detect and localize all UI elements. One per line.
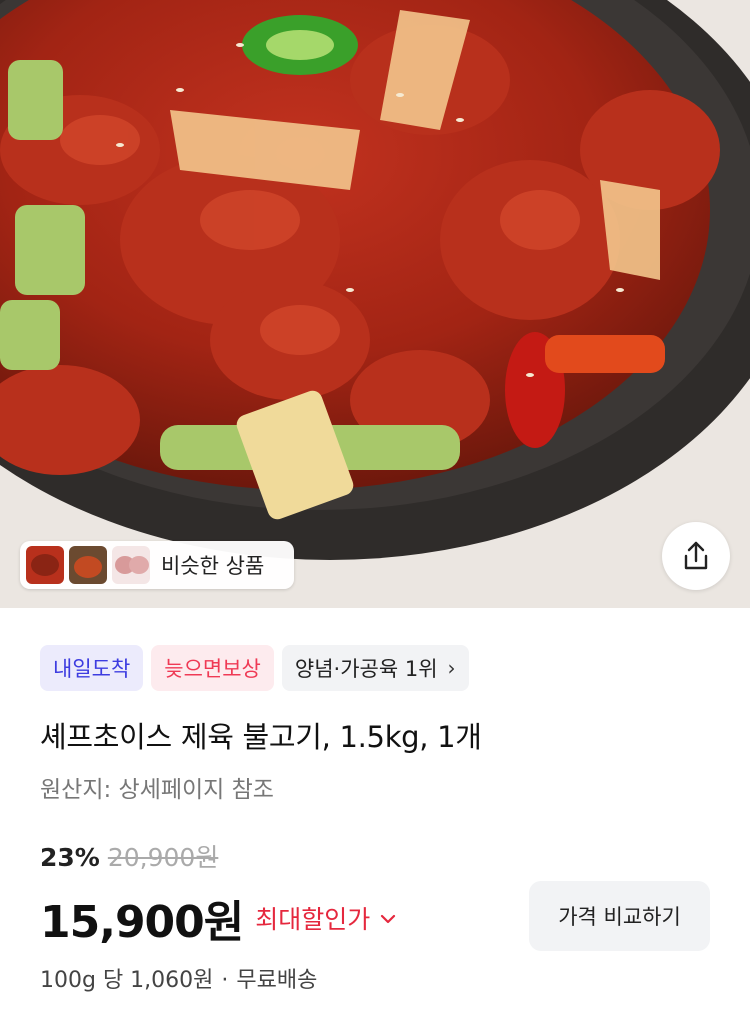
similar-products-label: 비슷한 상품 (161, 554, 265, 578)
separator-dot: · (221, 968, 229, 993)
badge-row: 내일도착 늦으면보상 양념·가공육 1위 › (40, 645, 469, 691)
similar-product-thumbnail (26, 546, 64, 584)
max-discount-label: 최대할인가 (255, 905, 371, 934)
discount-row: 23% 20,900원 (40, 838, 218, 874)
share-icon (684, 541, 708, 570)
original-price: 20,900원 (107, 843, 219, 872)
origin-info: 원산지: 상세페이지 참조 (40, 777, 274, 803)
product-title: 셰프초이스 제육 불고기, 1.5kg, 1개 (40, 720, 482, 754)
category-rank-label: 양념·가공육 1위 (294, 657, 438, 681)
similar-product-thumbnail (112, 546, 150, 584)
sale-price: 15,900원 (40, 897, 244, 948)
price-compare-button[interactable]: 가격 비교하기 (529, 881, 710, 951)
chevron-right-icon: › (447, 656, 456, 680)
product-image[interactable]: 비슷한 상품 (0, 0, 750, 608)
category-rank-badge[interactable]: 양념·가공육 1위 › (281, 645, 469, 691)
unit-price: 100g 당 1,060원 (40, 968, 214, 993)
share-button[interactable] (662, 522, 730, 590)
max-discount-toggle[interactable]: 최대할인가 (255, 900, 396, 936)
late-compensation-badge: 늦으면보상 (151, 645, 274, 691)
unit-price-row: 100g 당 1,060원 · 무료배송 (40, 962, 317, 994)
similar-products-button[interactable]: 비슷한 상품 (20, 541, 294, 589)
discount-rate: 23% (40, 843, 100, 872)
similar-product-thumbnail (69, 546, 107, 584)
food-photo (0, 0, 750, 608)
arrival-badge: 내일도착 (40, 645, 144, 691)
shipping-info: 무료배송 (236, 968, 318, 993)
price-row: 15,900원 최대할인가 (40, 886, 396, 950)
chevron-down-icon (380, 908, 396, 929)
